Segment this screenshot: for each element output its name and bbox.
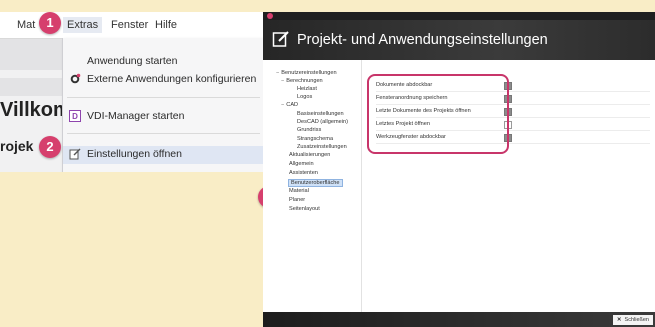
close-label: Schließen xyxy=(624,317,649,323)
tree-item-logos[interactable]: Logos xyxy=(297,94,312,100)
tree-label: Allgemein xyxy=(289,161,314,167)
project-heading: rojek xyxy=(0,138,34,154)
tree-label: Basiseinstellungen xyxy=(297,111,344,117)
menu-item-anwendung-starten[interactable]: Anwendung starten xyxy=(63,53,263,71)
tree-item-strangschema[interactable]: Strangschema xyxy=(297,136,333,142)
step-badge-2: 2 xyxy=(39,136,61,158)
tree-label: CAD xyxy=(286,102,299,108)
menu-extras[interactable]: Extras xyxy=(63,17,103,33)
menu-item-label: Externe Anwendungen konfigurieren xyxy=(87,73,257,85)
tree-item-berechnungen[interactable]: − Berechnungen xyxy=(281,78,323,84)
menu-divider xyxy=(67,97,260,98)
menu-material[interactable]: Mat xyxy=(17,19,35,31)
tree-label: Heizlast xyxy=(297,86,317,92)
tree-label: Grundriss xyxy=(297,127,322,133)
welcome-heading: Villkom xyxy=(0,99,71,121)
settings-icon xyxy=(272,30,290,48)
tree-label: Zusatzeinstellungen xyxy=(297,144,347,150)
menu-item-einstellungen-oeffnen[interactable]: Einstellungen öffnen xyxy=(63,146,263,164)
menu-fenster[interactable]: Fenster xyxy=(111,19,148,31)
tree-label: DesCAD (allgemein) xyxy=(297,119,348,125)
step-badge-1: 1 xyxy=(39,12,61,34)
window-titlebar xyxy=(263,12,655,20)
app-icon xyxy=(267,13,273,19)
highlight-outline xyxy=(367,74,509,154)
tree-label: Berechnungen xyxy=(286,78,323,84)
settings-window: Projekt- und Anwendungseinstellungen − Be… xyxy=(263,12,655,327)
window-header: Projekt- und Anwendungseinstellungen xyxy=(263,20,655,60)
settings-icon xyxy=(69,148,81,160)
tree-item-basiseinstellungen[interactable]: Basiseinstellungen xyxy=(297,111,344,117)
close-icon: ✕ xyxy=(616,317,622,323)
tree-item-cad[interactable]: − CAD xyxy=(281,102,298,108)
tree-item-planer[interactable]: Planer xyxy=(289,197,305,203)
tree-label: Seitenlayout xyxy=(289,206,320,212)
tree-toggle[interactable]: − xyxy=(281,78,284,84)
tree-item-descad[interactable]: DesCAD (allgemein) xyxy=(297,119,348,125)
tree-toggle[interactable]: − xyxy=(276,70,279,76)
tree-item-grundriss[interactable]: Grundriss xyxy=(297,127,321,133)
tree-item-benutzeroberflaeche[interactable]: Benutzeroberfläche xyxy=(288,179,343,187)
extras-dropdown: Anwendung starten Externe Anwendungen ko… xyxy=(62,38,263,172)
tree-label: Assistenten xyxy=(289,170,318,176)
close-button[interactable]: ✕ Schließen xyxy=(612,315,653,325)
background-strip xyxy=(0,78,64,96)
tree-toggle[interactable]: − xyxy=(281,102,284,108)
tree-item-benutzereinstellungen[interactable]: − Benutzereinstellungen xyxy=(276,70,337,76)
tree-item-zusatzeinstellungen[interactable]: Zusatzeinstellungen xyxy=(297,144,347,150)
vdi-icon: D xyxy=(69,110,81,122)
window-footer: ✕ Schließen xyxy=(263,312,655,327)
tree-item-assistenten[interactable]: Assistenten xyxy=(289,170,318,176)
menu-item-label: VDI-Manager starten xyxy=(87,110,185,122)
window-title: Projekt- und Anwendungseinstellungen xyxy=(297,32,548,48)
menu-item-label: Einstellungen öffnen xyxy=(87,148,182,160)
tree-label: Benutzereinstellungen xyxy=(281,70,337,76)
menu-divider xyxy=(67,133,260,134)
menu-hilfe[interactable]: Hilfe xyxy=(155,19,177,31)
settings-tree: − Benutzereinstellungen − Berechnungen Hei… xyxy=(263,60,362,312)
gear-icon xyxy=(69,73,81,85)
tree-item-allgemein[interactable]: Allgemein xyxy=(289,161,314,167)
tree-label: Material xyxy=(289,188,309,194)
tree-label: Planer xyxy=(289,197,306,203)
tree-item-seitenlayout[interactable]: Seitenlayout xyxy=(289,206,320,212)
menu-item-externe-anwendungen[interactable]: Externe Anwendungen konfigurieren xyxy=(63,71,263,89)
tree-label: Logos xyxy=(297,94,313,100)
tree-label: Strangschema xyxy=(297,136,334,142)
svg-text:D: D xyxy=(72,112,78,121)
background-strip xyxy=(0,38,64,70)
tree-label: Aktualisierungen xyxy=(289,152,331,158)
tree-item-material[interactable]: Material xyxy=(289,188,309,194)
menu-item-vdi-manager[interactable]: D VDI-Manager starten xyxy=(63,108,263,126)
tree-item-aktualisierungen[interactable]: Aktualisierungen xyxy=(289,152,330,158)
tree-label: Benutzeroberfläche xyxy=(291,180,340,186)
tree-item-heizlast[interactable]: Heizlast xyxy=(297,86,317,92)
menu-item-label: Anwendung starten xyxy=(87,55,178,67)
